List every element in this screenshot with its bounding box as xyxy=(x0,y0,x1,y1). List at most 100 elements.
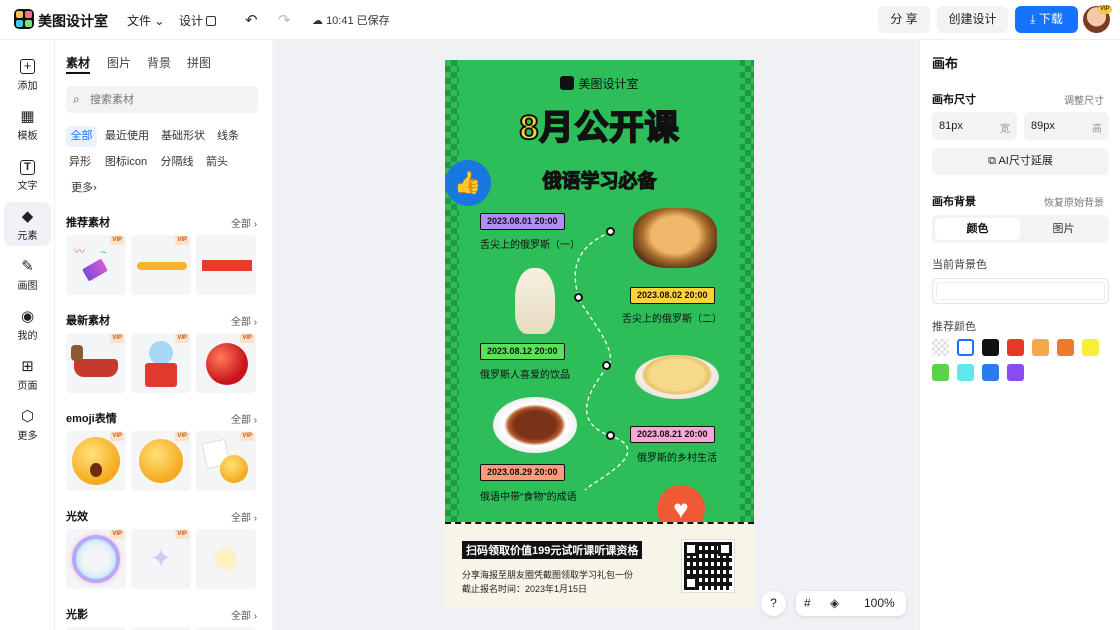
width-field[interactable]: 81px 宽 xyxy=(932,112,1017,140)
chip-recent[interactable]: 最近使用 xyxy=(102,126,152,147)
section-all-link[interactable]: 全部 › xyxy=(231,607,257,622)
layers-icon[interactable]: ◈ xyxy=(830,591,839,616)
brush-stroke-shape xyxy=(137,262,187,270)
tab-material[interactable]: 素材 xyxy=(66,54,90,71)
tab-collage[interactable]: 拼图 xyxy=(187,54,211,71)
vip-badge: VIP xyxy=(110,530,124,539)
redo-icon[interactable]: ↷ xyxy=(278,11,291,29)
bg-image-tab[interactable]: 图片 xyxy=(1021,218,1106,240)
rail-item-mine[interactable]: ◉ 我的 xyxy=(4,302,51,346)
chip-more[interactable]: 更多› xyxy=(66,178,102,199)
rail-label: 页面 xyxy=(17,381,38,392)
chip-all[interactable]: 全部 xyxy=(66,126,97,147)
meat-dish-image xyxy=(493,397,577,453)
confetti-icon: 〰 xyxy=(74,246,85,258)
light-ring-shape xyxy=(72,535,120,583)
bg-color-tab[interactable]: 颜色 xyxy=(935,218,1020,240)
chip-lines[interactable]: 线条 xyxy=(214,126,242,147)
ai-resize-button[interactable]: ⧉ AI尺寸延展 xyxy=(932,148,1109,175)
save-status: ☁ 10:41 已保存 xyxy=(312,12,390,28)
color-swatch[interactable] xyxy=(932,339,949,356)
section-all-link[interactable]: 全部 › xyxy=(231,411,257,426)
cloud-icon: ☁ xyxy=(312,15,323,27)
section-all-link[interactable]: 全部 › xyxy=(231,215,257,230)
chip-arrows[interactable]: 箭头 xyxy=(203,152,231,173)
reindeer-sleigh-sticker[interactable]: VIP xyxy=(66,333,126,393)
resize-link[interactable]: 调整尺寸 xyxy=(1064,92,1104,107)
rail-label: 元素 xyxy=(17,231,38,242)
canvas-bg-label: 画布背景 xyxy=(932,196,976,208)
sleigh-icon xyxy=(74,359,118,377)
section-all-link[interactable]: 全部 › xyxy=(231,313,257,328)
color-swatch[interactable] xyxy=(1032,339,1049,356)
file-menu[interactable]: 文件 ⌄ xyxy=(127,12,164,29)
color-swatch[interactable] xyxy=(1082,339,1099,356)
thinking-face-icon xyxy=(139,439,183,483)
download-label: 下载 xyxy=(1038,12,1063,26)
reset-bg-link[interactable]: 恢复原始背景 xyxy=(1044,194,1104,209)
design-poster[interactable]: 美图设计室 8月公开课 俄语学习必备 👍 2023.08.01 20:00 舌尖… xyxy=(445,60,754,608)
design-menu[interactable]: 设计 xyxy=(179,12,217,29)
color-swatch[interactable] xyxy=(982,339,999,356)
color-swatch[interactable] xyxy=(957,339,974,356)
rail-item-template[interactable]: ▦ 模板 xyxy=(4,102,51,146)
properties-panel: 画布 画布尺寸 调整尺寸 81px 宽 89px 高 ⧉ AI尺寸延展 画布背景… xyxy=(919,40,1120,630)
star-sparkle-effect[interactable]: ✦ VIP xyxy=(131,529,191,589)
party-popper-icon xyxy=(81,258,109,282)
material-panel: 素材 图片 背景 拼图 ⌕ 全部 最近使用 基础形状 线条 异形 图标icon … xyxy=(55,40,273,630)
chip-basic-shapes[interactable]: 基础形状 xyxy=(158,126,208,147)
zoom-level[interactable]: 100% xyxy=(864,591,895,616)
chip-irregular[interactable]: 异形 xyxy=(66,152,94,173)
grid-icon[interactable]: # xyxy=(804,591,811,616)
search-icon: ⌕ xyxy=(73,92,80,106)
red-bar-shape[interactable] xyxy=(196,235,256,295)
rail-item-draw[interactable]: ✎ 画图 xyxy=(4,252,51,296)
red-apple-sticker[interactable]: VIP xyxy=(196,333,256,393)
search-input[interactable] xyxy=(90,86,250,113)
tab-background[interactable]: 背景 xyxy=(147,54,171,71)
save-status-text: 10:41 已保存 xyxy=(326,15,390,27)
height-field[interactable]: 89px 高 xyxy=(1024,112,1109,140)
rail-item-more[interactable]: ⬡ 更多 xyxy=(4,402,51,446)
rail-item-element[interactable]: ◆ 元素 xyxy=(4,202,51,246)
event-date: 2023.08.01 20:00 xyxy=(480,213,565,230)
color-swatch[interactable] xyxy=(1057,339,1074,356)
christmas-gift-sticker[interactable]: VIP xyxy=(131,333,191,393)
element-icon: ◆ xyxy=(21,208,34,225)
timeline-dot xyxy=(606,227,615,236)
scared-emoji-sticker[interactable]: VIP xyxy=(66,431,126,491)
share-button[interactable]: 分 享 xyxy=(878,6,930,33)
glow-light-effect[interactable] xyxy=(196,529,256,589)
search-box[interactable]: ⌕ xyxy=(66,86,258,113)
color-swatch[interactable] xyxy=(1007,339,1024,356)
app-logo-icon[interactable] xyxy=(14,9,34,29)
rail-item-text[interactable]: T 文字 xyxy=(4,152,51,196)
thinking-emoji-sticker[interactable]: VIP xyxy=(131,431,191,491)
undo-icon[interactable]: ↶ xyxy=(245,11,258,29)
color-swatch[interactable] xyxy=(982,364,999,381)
gift-box-icon xyxy=(145,363,177,387)
party-popper-sticker[interactable]: 〰 ~ VIP xyxy=(66,235,126,295)
chip-dividers[interactable]: 分隔线 xyxy=(158,152,196,173)
yellow-stroke-sticker[interactable]: VIP xyxy=(131,235,191,295)
download-button[interactable]: ⤓ 下载 xyxy=(1015,6,1078,33)
section-title: 推荐素材 xyxy=(66,217,110,229)
tab-image[interactable]: 图片 xyxy=(107,54,131,71)
rail-item-page[interactable]: ⊞ 页面 xyxy=(4,352,51,396)
rail-item-add[interactable]: + 添加 xyxy=(4,52,51,96)
snow-globe-icon xyxy=(149,341,173,365)
section-all-link[interactable]: 全部 › xyxy=(231,509,257,524)
chip-icons[interactable]: 图标icon xyxy=(102,152,150,173)
color-swatch[interactable] xyxy=(932,364,949,381)
current-bg-color-picker[interactable] xyxy=(932,278,1109,304)
app-name[interactable]: 美图设计室 xyxy=(38,11,108,31)
color-swatch[interactable] xyxy=(1007,364,1024,381)
vip-badge: VIP xyxy=(175,236,189,245)
create-design-button[interactable]: 创建设计 xyxy=(937,6,1008,33)
color-swatch[interactable] xyxy=(957,364,974,381)
help-button[interactable]: ? xyxy=(761,591,786,616)
glow-shape xyxy=(212,545,240,573)
section-all-label: 全部 xyxy=(231,317,251,328)
checklist-emoji-sticker[interactable]: VIP xyxy=(196,431,256,491)
rainbow-ring-effect[interactable]: VIP xyxy=(66,529,126,589)
